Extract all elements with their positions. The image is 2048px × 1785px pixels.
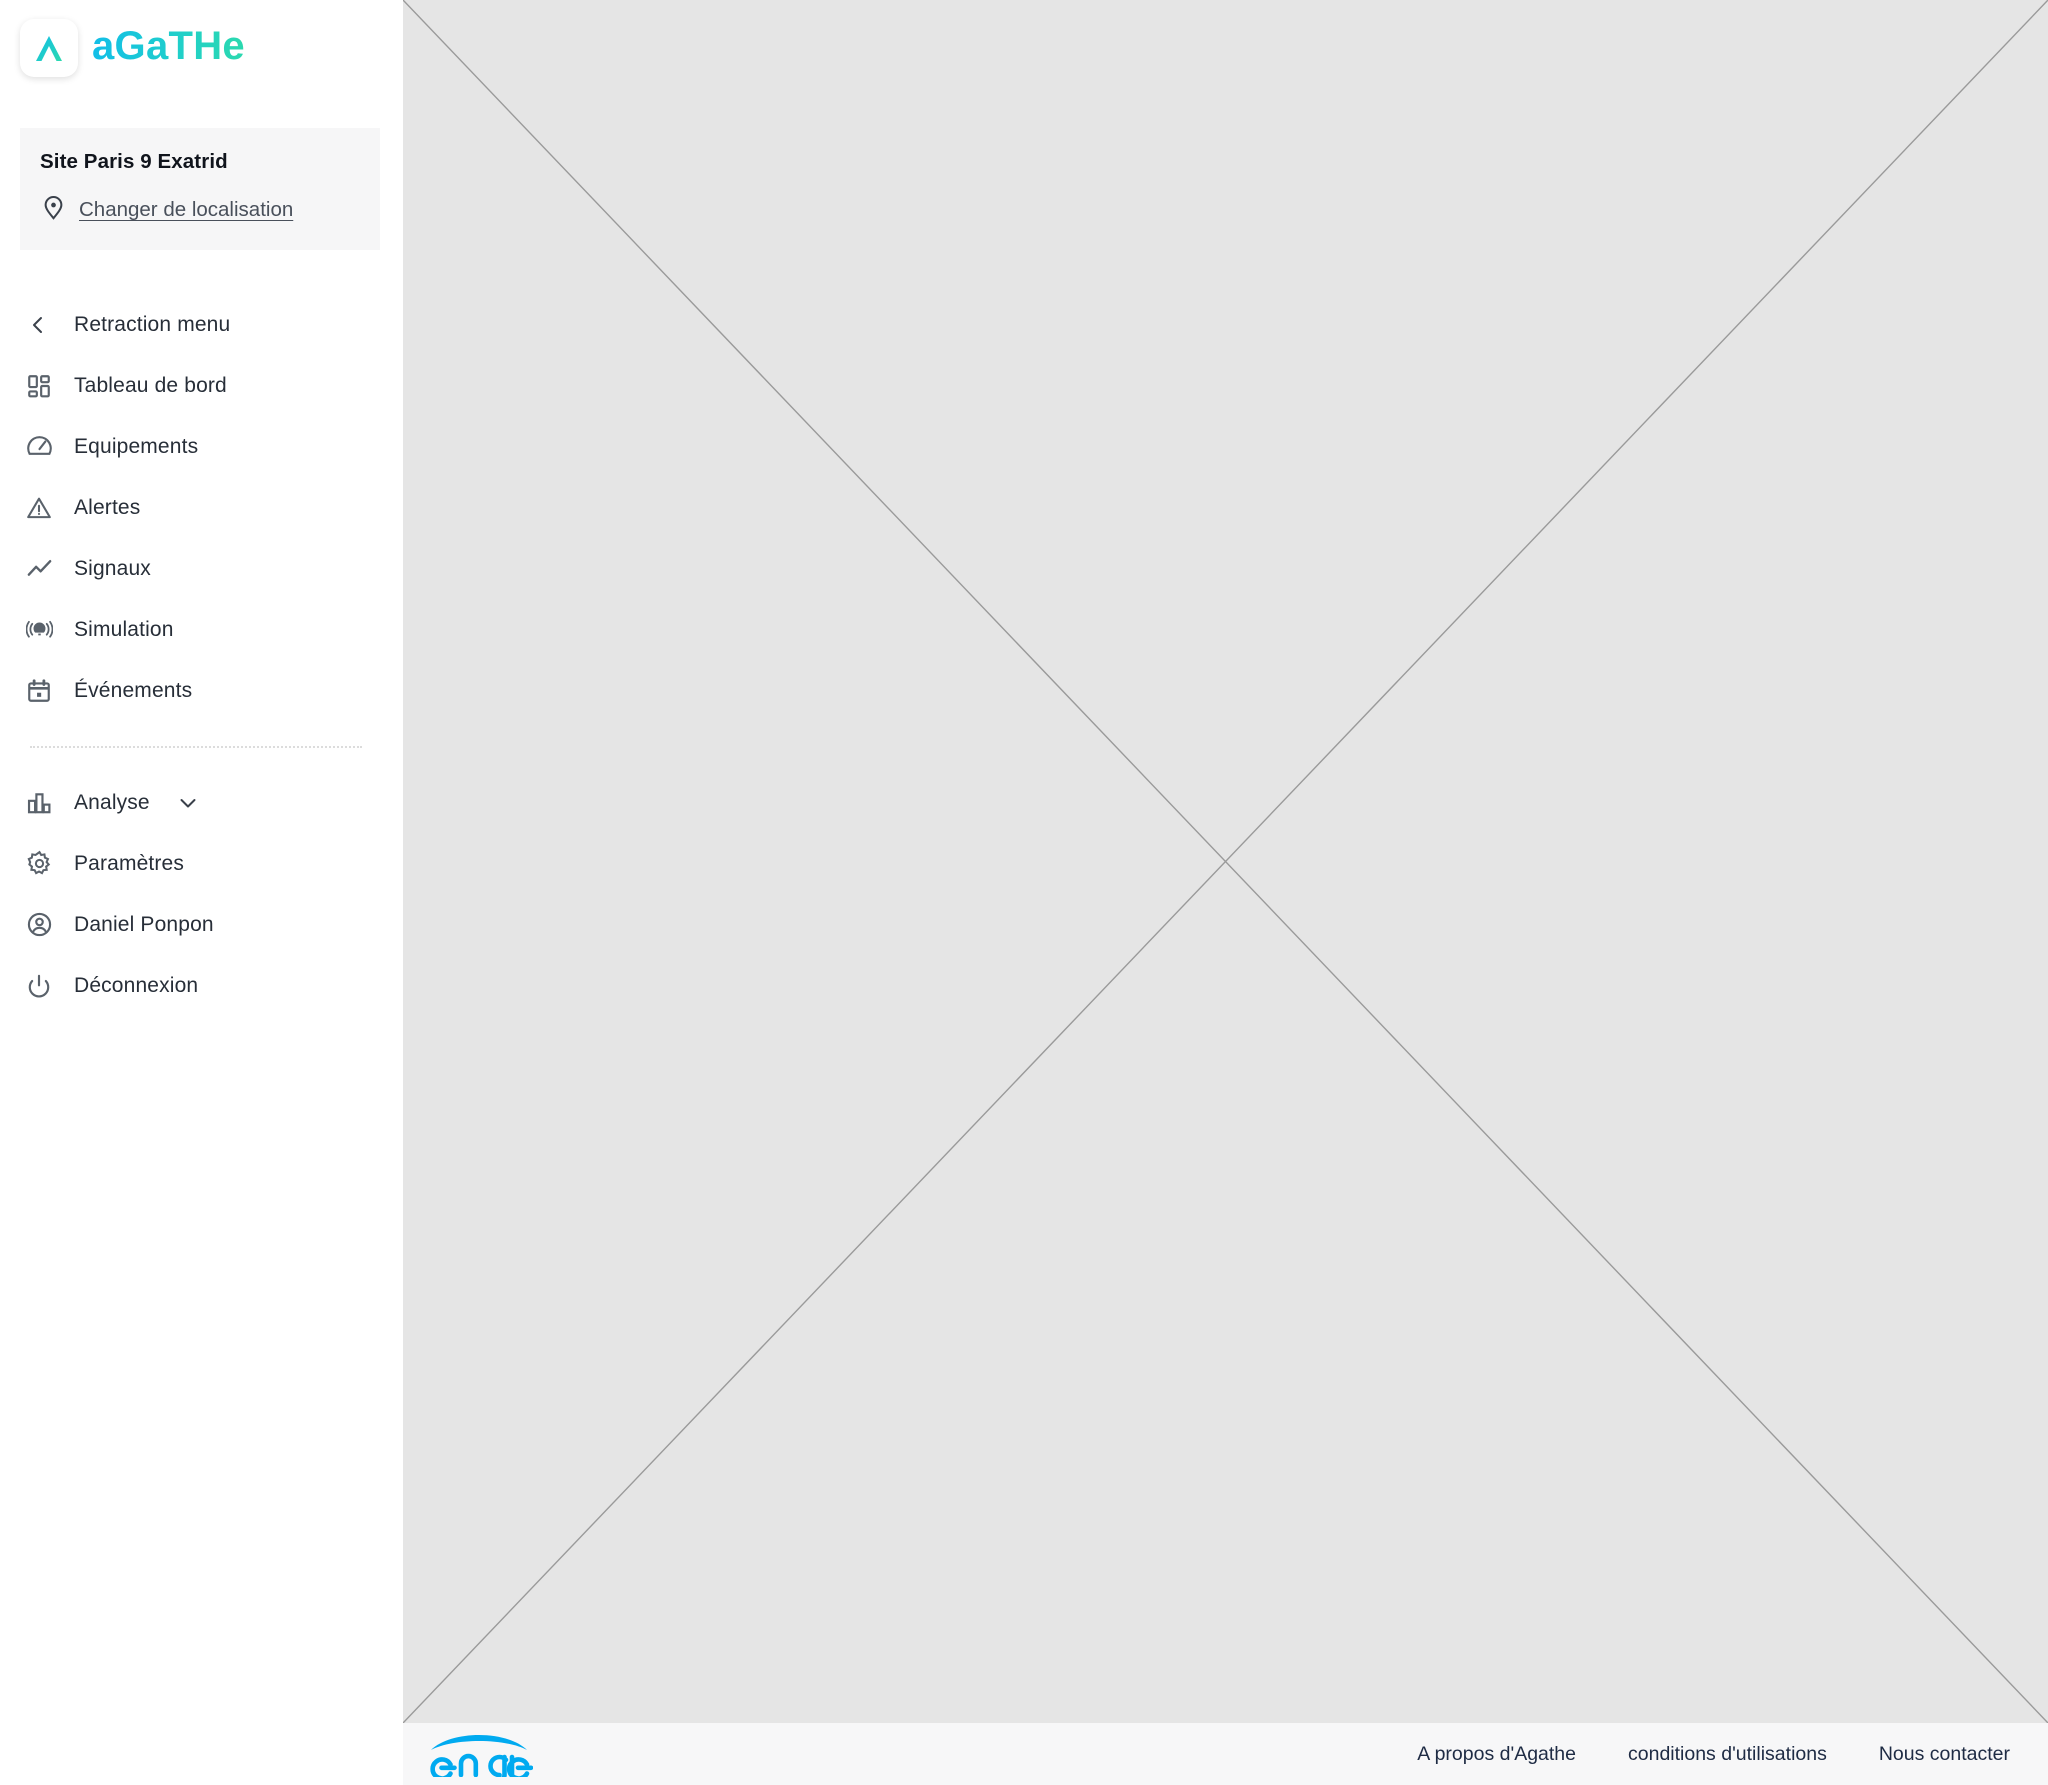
site-name: Site Paris 9 Exatrid	[40, 150, 228, 173]
sidebar-item-deconnexion[interactable]: Déconnexion	[0, 955, 403, 1016]
power-icon	[26, 973, 74, 999]
sidebar-item-label: Signaux	[74, 556, 151, 580]
user-circle-icon	[26, 911, 74, 938]
placeholder-cross	[403, 0, 2048, 1723]
sidebar-item-label: Tableau de bord	[74, 373, 227, 397]
sidebar-item-equipements[interactable]: Equipements	[0, 416, 403, 477]
lambda-icon	[36, 36, 62, 61]
app-root: aGaTHe Site Paris 9 Exatrid Changer de l…	[0, 0, 2048, 1785]
sidebar-item-retraction-menu[interactable]: Retraction menu	[0, 294, 403, 355]
dashboard-grid-icon	[26, 373, 74, 399]
sidebar-item-label: Déconnexion	[74, 973, 199, 997]
change-location-row[interactable]: Changer de localisation	[40, 194, 380, 226]
sidebar-item-evenements[interactable]: Événements	[0, 660, 403, 721]
sidebar-divider	[30, 746, 362, 748]
sidebar-item-analyse[interactable]: Analyse	[0, 772, 403, 833]
sidebar-item-user-profile[interactable]: Daniel Ponpon	[0, 894, 403, 955]
sidebar-item-label: Daniel Ponpon	[74, 912, 214, 936]
sidebar-item-label: Analyse	[74, 790, 150, 814]
sidebar-item-label: Alertes	[74, 495, 141, 519]
main-area: A propos d'Agathe conditions d'utilisati…	[403, 0, 2048, 1785]
sidebar-item-label: Retraction menu	[74, 312, 231, 336]
content-placeholder	[403, 0, 2048, 1723]
footer-link-terms[interactable]: conditions d'utilisations	[1628, 1743, 1827, 1766]
gauge-icon	[26, 433, 74, 460]
sidebar: aGaTHe Site Paris 9 Exatrid Changer de l…	[0, 0, 403, 1785]
location-card: Site Paris 9 Exatrid Changer de localisa…	[20, 128, 380, 250]
calendar-icon	[26, 678, 74, 704]
footer-links: A propos d'Agathe conditions d'utilisati…	[1417, 1743, 2020, 1766]
change-location-link[interactable]: Changer de localisation	[79, 198, 293, 222]
chevron-left-icon	[26, 313, 74, 337]
map-pin-icon	[40, 194, 67, 226]
footer-link-contact[interactable]: Nous contacter	[1879, 1743, 2010, 1766]
sidebar-item-label: Événements	[74, 678, 193, 702]
bar-chart-icon	[26, 790, 74, 816]
page-footer: A propos d'Agathe conditions d'utilisati…	[403, 1723, 2048, 1785]
warning-triangle-icon	[26, 495, 74, 521]
sidebar-item-tableau-de-bord[interactable]: Tableau de bord	[0, 355, 403, 416]
engie-logo-icon	[430, 1735, 533, 1777]
agathe-logo-mark	[20, 19, 78, 77]
broadcast-icon	[26, 616, 74, 643]
sidebar-item-signaux[interactable]: Signaux	[0, 538, 403, 599]
sidebar-nav: Retraction menu Tableau de bord Equipeme…	[0, 294, 403, 1016]
line-chart-icon	[26, 555, 74, 582]
brand-header[interactable]: aGaTHe	[0, 0, 403, 96]
sidebar-item-label: Paramètres	[74, 851, 185, 875]
gear-icon	[26, 850, 74, 877]
sidebar-item-parametres[interactable]: Paramètres	[0, 833, 403, 894]
sidebar-item-label: Simulation	[74, 617, 174, 641]
sidebar-item-label: Equipements	[74, 434, 199, 458]
chevron-down-icon[interactable]	[176, 791, 200, 815]
brand-name: aGaTHe	[92, 24, 245, 68]
sidebar-item-alertes[interactable]: Alertes	[0, 477, 403, 538]
engie-logo	[425, 1731, 533, 1777]
sidebar-item-simulation[interactable]: Simulation	[0, 599, 403, 660]
footer-link-about[interactable]: A propos d'Agathe	[1417, 1743, 1576, 1766]
